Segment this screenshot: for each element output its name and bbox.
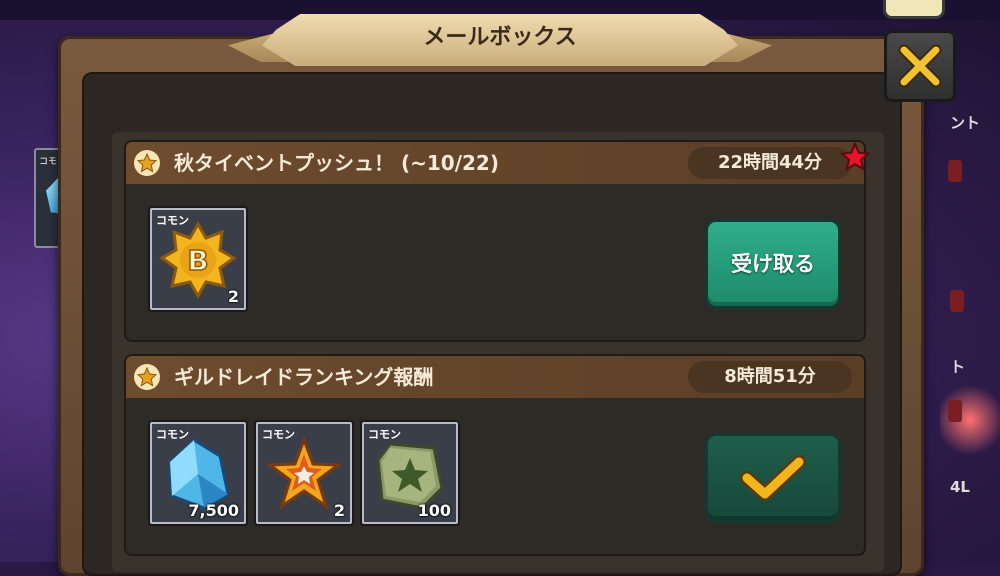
background-sprite (948, 400, 962, 422)
close-button[interactable] (884, 30, 956, 102)
background-sprite (948, 160, 962, 182)
b-badge-icon: B (159, 220, 237, 300)
mail-header: ギルドレイドランキング報酬 8時間51分 (126, 356, 864, 398)
checkmark-icon (740, 455, 806, 501)
claimed-checkmark-button[interactable] (708, 436, 838, 520)
mail-timer: 8時間51分 (688, 361, 852, 393)
mail-timer: 22時間44分 (688, 147, 852, 179)
gold-star-icon (265, 435, 343, 510)
close-icon (898, 44, 942, 88)
mail-item: ギルドレイドランキング報酬 8時間51分 コモン 7,500 コモン 2 コモン… (126, 356, 864, 554)
reward-item[interactable]: コモン 7,500 (150, 422, 246, 524)
reward-quantity: 2 (333, 501, 345, 520)
background-text-3: 4L (950, 478, 970, 496)
reward-quantity: 100 (417, 501, 451, 520)
mail-title: ギルドレイドランキング報酬 (174, 365, 434, 389)
mail-header: 秋タイベントプッシュ！ (~10/22) 22時間44分 (126, 142, 864, 184)
star-icon (134, 364, 160, 390)
dialog-title: メールボックス (423, 25, 577, 50)
reward-item[interactable]: コモン B 2 (150, 208, 246, 310)
top-hud-tab (886, 0, 942, 16)
reward-item[interactable]: コモン 100 (362, 422, 458, 524)
reward-quantity: 7,500 (188, 501, 239, 520)
mail-title: 秋タイベントプッシュ！ (~10/22) (174, 151, 499, 175)
background-text-2: ト (950, 358, 966, 376)
background-sprite (950, 290, 964, 312)
claim-button-label: 受け取る (731, 252, 815, 276)
mail-item: 秋タイベントプッシュ！ (~10/22) 22時間44分 コモン B 2 受け取… (126, 142, 864, 340)
svg-text:B: B (187, 244, 208, 277)
claim-button[interactable]: 受け取る (708, 222, 838, 306)
star-icon (134, 150, 160, 176)
reward-quantity: 2 (227, 287, 239, 306)
background-text-1: ント (950, 114, 981, 132)
reward-item[interactable]: コモン 2 (256, 422, 352, 524)
new-mail-star-icon (840, 142, 870, 172)
